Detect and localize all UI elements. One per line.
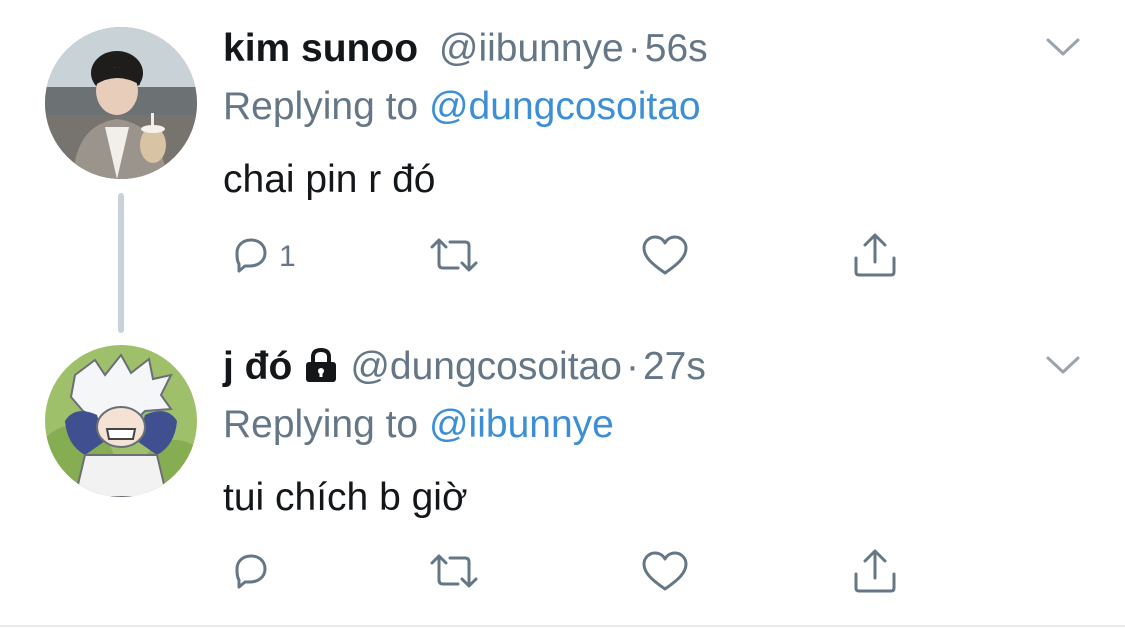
thread-line bbox=[118, 193, 124, 333]
retweet-button[interactable] bbox=[428, 232, 480, 282]
separator: · bbox=[625, 345, 639, 388]
display-name[interactable]: kim sunoo bbox=[223, 27, 418, 70]
like-icon bbox=[640, 233, 690, 282]
mention-link[interactable]: @dungcosoitao bbox=[429, 85, 701, 128]
separator: · bbox=[627, 27, 641, 70]
tweet-text: tui chích b giờ bbox=[223, 476, 468, 519]
share-icon bbox=[851, 548, 899, 599]
action-bar: 1 bbox=[223, 232, 923, 282]
display-name[interactable]: j đó bbox=[223, 345, 292, 388]
retweet-button[interactable] bbox=[428, 548, 480, 598]
replying-to-label: Replying to bbox=[223, 403, 419, 446]
timestamp[interactable]: 56s bbox=[645, 27, 708, 70]
reply-button[interactable] bbox=[229, 548, 279, 598]
like-button[interactable] bbox=[640, 232, 690, 282]
timestamp[interactable]: 27s bbox=[643, 345, 706, 388]
replying-to-label: Replying to bbox=[223, 85, 419, 128]
handle[interactable]: @iibunnye bbox=[439, 27, 624, 70]
tweet-header: kim sunoo @iibunnye · 56s bbox=[223, 24, 708, 74]
mention-link[interactable]: @iibunnye bbox=[429, 403, 614, 446]
share-button[interactable] bbox=[851, 232, 899, 282]
like-icon bbox=[640, 549, 690, 598]
reply-icon bbox=[229, 233, 273, 282]
handle[interactable]: @dungcosoitao bbox=[350, 345, 622, 388]
tweet[interactable]: j đó @dungcosoitao · 27s Replying to @iibu… bbox=[0, 318, 1125, 626]
tweet[interactable]: kim sunoo @iibunnye · 56s Replying to @dun… bbox=[0, 0, 1125, 333]
divider bbox=[0, 625, 1125, 627]
tweet-header: j đó @dungcosoitao · 27s bbox=[223, 342, 706, 392]
avatar[interactable] bbox=[45, 27, 197, 179]
retweet-icon bbox=[428, 233, 480, 282]
share-button[interactable] bbox=[851, 548, 899, 598]
lock-icon bbox=[302, 346, 340, 396]
share-icon bbox=[851, 232, 899, 283]
reply-icon bbox=[229, 549, 273, 598]
avatar[interactable] bbox=[45, 345, 197, 497]
action-bar bbox=[223, 548, 923, 598]
reply-button[interactable]: 1 bbox=[229, 232, 296, 282]
replying-to: Replying to @dungcosoitao bbox=[223, 82, 701, 132]
tweet-text: chai pin r đó bbox=[223, 158, 436, 201]
chevron-down-icon[interactable] bbox=[1045, 36, 1081, 58]
like-button[interactable] bbox=[640, 548, 690, 598]
replying-to: Replying to @iibunnye bbox=[223, 400, 614, 450]
chevron-down-icon[interactable] bbox=[1045, 354, 1081, 376]
reply-count: 1 bbox=[279, 240, 296, 273]
retweet-icon bbox=[428, 549, 480, 598]
